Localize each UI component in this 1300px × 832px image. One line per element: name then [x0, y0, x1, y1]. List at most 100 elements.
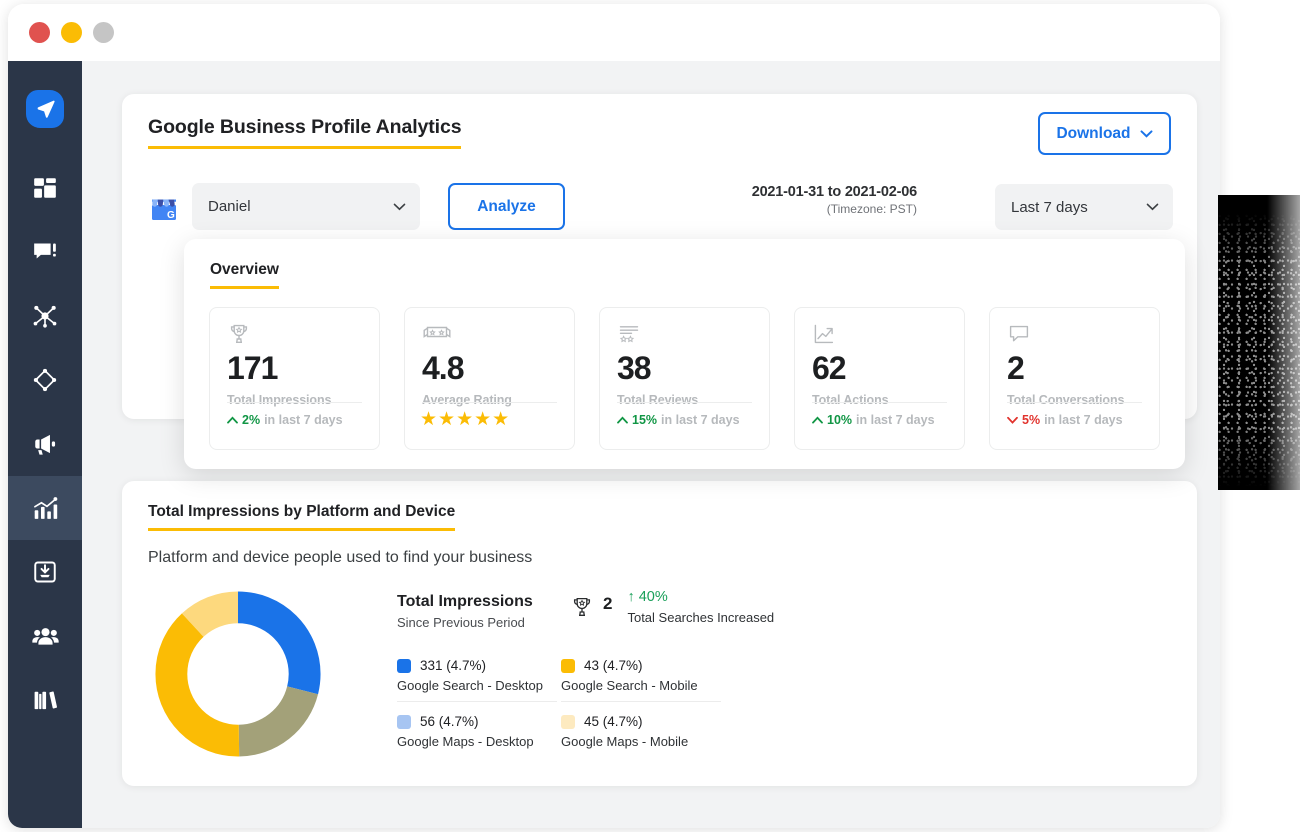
legend-label: Google Maps - Desktop: [397, 734, 557, 749]
stat-delta: 2% in last 7 days: [227, 413, 343, 427]
date-range-value: 2021-01-31 to 2021-02-06: [752, 184, 917, 200]
books-library-icon: [32, 687, 58, 713]
sidebar-item-downloads[interactable]: [8, 540, 82, 604]
legend-item-google-maps-mobile[interactable]: 45 (4.7%) Google Maps - Mobile: [561, 714, 721, 757]
diamond-compass-icon: [32, 367, 58, 393]
legend-item-google-maps-desktop[interactable]: 56 (4.7%) Google Maps - Desktop: [397, 714, 557, 757]
account-select[interactable]: Daniel: [192, 183, 420, 230]
stat-card-total-reviews: 38 Total Reviews 15% in last 7 days: [599, 307, 770, 450]
stat-delta-suffix: in last 7 days: [1044, 413, 1123, 427]
sidebar-item-compass[interactable]: [8, 348, 82, 412]
legend-grid: 331 (4.7%) Google Search - Desktop 43 (4…: [397, 658, 797, 757]
legend-swatch: [397, 715, 411, 729]
arrow-up-icon: [227, 416, 238, 424]
stat-delta-suffix: in last 7 days: [264, 413, 343, 427]
divider: [617, 402, 752, 403]
arrow-down-icon: [1007, 416, 1018, 424]
google-my-business-icon: G: [148, 191, 180, 223]
stat-value: 38: [617, 352, 752, 384]
app-sidebar: [8, 61, 82, 828]
divider: [1007, 402, 1142, 403]
legend-label: Google Search - Desktop: [397, 678, 557, 693]
sidebar-item-campaigns[interactable]: [8, 412, 82, 476]
trophy-icon: [227, 322, 362, 346]
stat-card-total-impressions: 171 Total Impressions 2% in last 7 days: [209, 307, 380, 450]
stat-label: Average Rating: [422, 393, 557, 407]
total-searches-block: ↑ 40% Total Searches Increased: [627, 589, 774, 625]
total-searches-percent: ↑ 40%: [627, 589, 774, 605]
chevron-down-icon: [1140, 130, 1153, 138]
analyze-button[interactable]: Analyze: [448, 183, 565, 230]
review-banner-icon: [422, 322, 557, 346]
stat-delta-percent: 5%: [1022, 413, 1040, 427]
arrow-up-icon: [617, 416, 628, 424]
total-searches-label: Total Searches Increased: [627, 610, 774, 625]
stat-card-total-conversations: 2 Total Conversations 5% in last 7 days: [989, 307, 1160, 450]
filters-row: G Daniel Analyze 2021-01-31 to 2021-02-0…: [148, 183, 1173, 231]
timezone-label: (Timezone: PST): [752, 202, 917, 216]
image-artifact-noise: [1218, 195, 1300, 490]
tab-overview[interactable]: Overview: [210, 261, 279, 289]
chat-bubble-icon: [32, 239, 58, 265]
chart-subtitle: Platform and device people used to find …: [148, 549, 532, 567]
arrow-up-icon: [812, 416, 823, 424]
paper-plane-logo-icon: [26, 90, 64, 128]
trend-up-icon: [812, 322, 947, 346]
trophy-icon: [570, 595, 594, 619]
minimize-window-button[interactable]: [61, 22, 82, 43]
legend-label: Google Maps - Mobile: [561, 734, 721, 749]
window-titlebar: [8, 4, 1220, 61]
stat-label: Total Impressions: [227, 393, 362, 407]
sidebar-item-dashboard[interactable]: [8, 156, 82, 220]
legend-item-google-search-desktop[interactable]: 331 (4.7%) Google Search - Desktop: [397, 658, 557, 702]
stat-value: 2: [1007, 352, 1142, 384]
sidebar-item-analytics[interactable]: [8, 476, 82, 540]
stat-delta: 15% in last 7 days: [617, 413, 740, 427]
legend-value: 56 (4.7%): [420, 714, 479, 729]
page-title: Google Business Profile Analytics: [148, 116, 461, 149]
chevron-down-icon: [393, 203, 406, 211]
stat-card-total-actions: 62 Total Actions 10% in last 7 days: [794, 307, 965, 450]
stat-delta-suffix: in last 7 days: [661, 413, 740, 427]
stat-delta-percent: 15%: [632, 413, 657, 427]
bar-chart-icon: [32, 495, 59, 522]
people-group-icon: [32, 623, 59, 650]
sidebar-logo[interactable]: [8, 61, 82, 156]
legend-label: Google Search - Mobile: [561, 678, 721, 693]
stat-delta-percent: 10%: [827, 413, 852, 427]
conversation-icon: [1007, 322, 1142, 346]
overview-stats-grid: 171 Total Impressions 2% in last 7 days: [209, 307, 1160, 450]
download-button[interactable]: Download: [1038, 112, 1171, 155]
stat-delta-suffix: in last 7 days: [856, 413, 935, 427]
divider: [422, 402, 557, 403]
period-select[interactable]: Last 7 days: [995, 184, 1173, 230]
sidebar-item-audience[interactable]: [8, 604, 82, 668]
stat-value: 62: [812, 352, 947, 384]
close-window-button[interactable]: [29, 22, 50, 43]
stat-value: 171: [227, 352, 362, 384]
chart-title: Total Impressions by Platform and Device: [148, 503, 455, 531]
legend-value: 45 (4.7%): [584, 714, 643, 729]
svg-text:G: G: [167, 210, 175, 221]
network-share-icon: [32, 303, 58, 329]
legend-swatch: [561, 659, 575, 673]
total-searches-stat: 2 ↑ 40% Total Searches Increased: [570, 589, 774, 625]
stat-value: 4.8: [422, 352, 557, 384]
review-list-icon: [617, 322, 752, 346]
divider: [227, 402, 362, 403]
impressions-chart-card: Total Impressions by Platform and Device…: [122, 481, 1197, 786]
download-inbox-icon: [32, 559, 58, 585]
legend-value: 43 (4.7%): [584, 658, 643, 673]
legend-swatch: [397, 659, 411, 673]
donut-chart: [150, 586, 326, 762]
maximize-window-button[interactable]: [93, 22, 114, 43]
stat-delta: 5% in last 7 days: [1007, 413, 1123, 427]
sidebar-item-library[interactable]: [8, 668, 82, 732]
legend-item-google-search-mobile[interactable]: 43 (4.7%) Google Search - Mobile: [561, 658, 721, 702]
stat-delta: 10% in last 7 days: [812, 413, 935, 427]
total-searches-count: 2: [603, 594, 612, 614]
sidebar-item-network[interactable]: [8, 284, 82, 348]
download-button-label: Download: [1056, 125, 1130, 143]
sidebar-item-messages[interactable]: [8, 220, 82, 284]
date-range-display: 2021-01-31 to 2021-02-06 (Timezone: PST): [752, 184, 917, 216]
